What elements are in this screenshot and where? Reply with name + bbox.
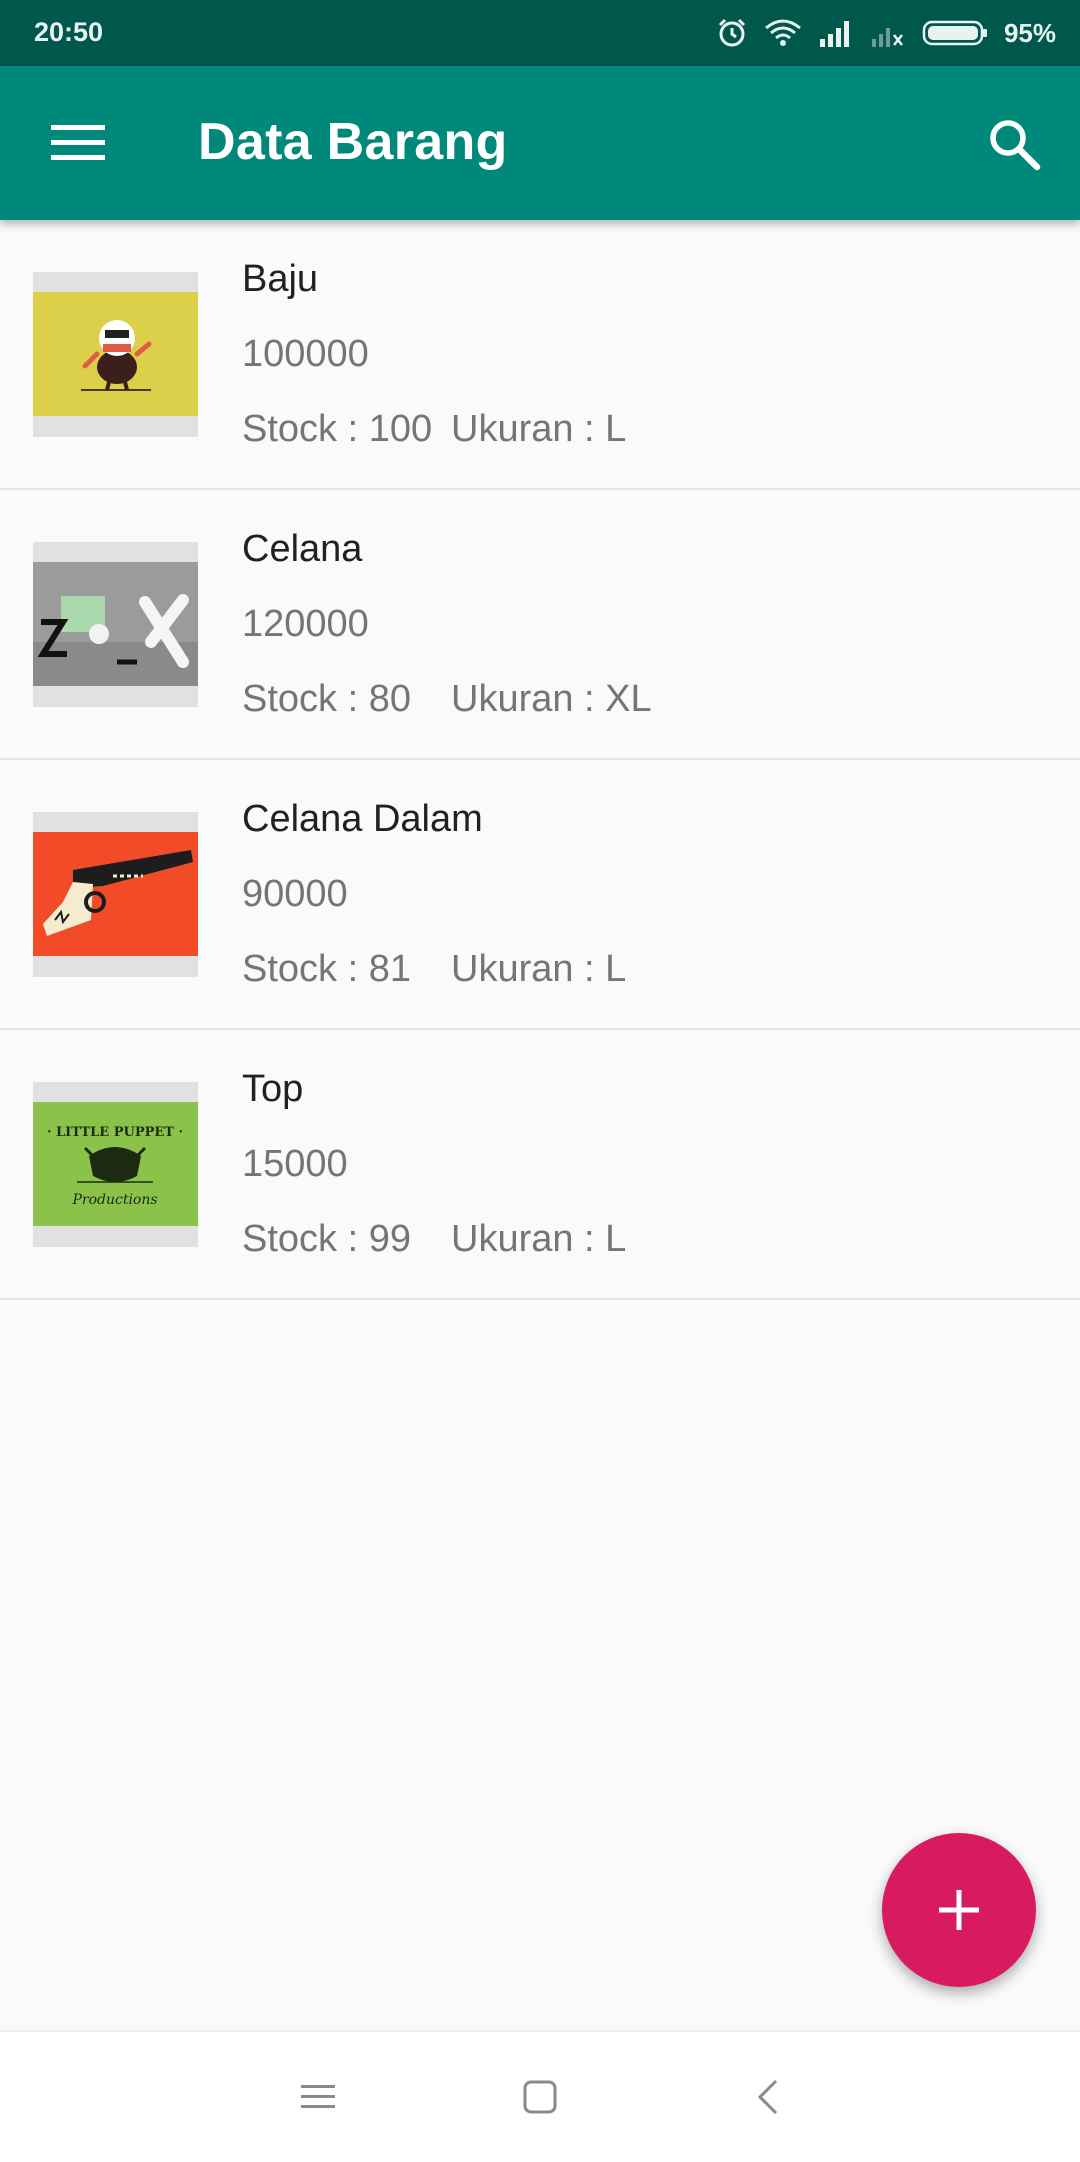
item-thumbnail: · LITTLE PUPPET · Productions — [33, 1082, 198, 1247]
item-price: 15000 — [242, 1143, 348, 1185]
item-stock: Stock : 100 — [242, 408, 433, 450]
item-size: Ukuran : L — [451, 1218, 627, 1260]
signal-icon — [818, 19, 854, 47]
plus-icon — [939, 1890, 979, 1930]
thumb-image — [33, 562, 198, 686]
menu-icon — [51, 125, 105, 160]
search-icon — [990, 120, 1041, 171]
item-name: Celana — [242, 528, 363, 570]
item-name: Top — [242, 1068, 304, 1110]
search-button[interactable] — [978, 108, 1050, 180]
svg-text:Productions: Productions — [71, 1192, 157, 1208]
item-size: Ukuran : L — [451, 948, 627, 990]
menu-button[interactable] — [36, 110, 120, 176]
item-stock: Stock : 81 — [242, 948, 411, 990]
status-icons: 95% — [716, 14, 1056, 52]
recents-icon — [301, 2085, 335, 2108]
list-item[interactable]: Celana 120000 Stock : 80 Ukuran : XL — [0, 490, 1080, 760]
item-size: Ukuran : L — [451, 408, 627, 450]
add-item-button[interactable] — [882, 1833, 1036, 1987]
thumb-image — [33, 832, 198, 956]
recents-button[interactable] — [278, 2057, 358, 2137]
status-bar: 20:50 95% — [0, 0, 1080, 66]
wifi-icon — [764, 18, 802, 48]
system-nav-bar — [0, 2030, 1080, 2162]
item-thumbnail — [33, 272, 198, 437]
home-icon — [523, 2080, 557, 2114]
item-thumbnail — [33, 812, 198, 977]
item-price: 100000 — [242, 333, 369, 375]
item-price: 120000 — [242, 603, 369, 645]
svg-text:· LITTLE PUPPET ·: · LITTLE PUPPET · — [47, 1125, 183, 1140]
item-size: Ukuran : XL — [451, 678, 652, 720]
battery-icon — [922, 19, 988, 47]
page-title: Data Barang — [198, 113, 508, 171]
alarm-icon — [716, 17, 748, 49]
list-item[interactable]: · LITTLE PUPPET · Productions Top 15000 … — [0, 1030, 1080, 1300]
list-item[interactable]: Celana Dalam 90000 Stock : 81 Ukuran : L — [0, 760, 1080, 1030]
item-stock: Stock : 80 — [242, 678, 411, 720]
no-signal-icon — [870, 19, 906, 47]
home-button[interactable] — [500, 2057, 580, 2137]
thumb-image — [33, 292, 198, 416]
list-item[interactable]: Baju 100000 Stock : 100 Ukuran : L — [0, 220, 1080, 490]
back-icon — [757, 2079, 778, 2115]
item-name: Celana Dalam — [242, 798, 483, 840]
back-button[interactable] — [728, 2057, 808, 2137]
item-name: Baju — [242, 258, 319, 300]
item-list: Baju 100000 Stock : 100 Ukuran : L Celan… — [0, 220, 1080, 1300]
status-time: 20:50 — [34, 17, 104, 47]
battery-percent: 95% — [1003, 17, 1056, 48]
item-stock: Stock : 99 — [242, 1218, 411, 1260]
item-price: 90000 — [242, 873, 348, 915]
thumb-image: · LITTLE PUPPET · Productions — [33, 1102, 198, 1226]
app-bar: Data Barang — [0, 66, 1080, 220]
item-thumbnail — [33, 542, 198, 707]
